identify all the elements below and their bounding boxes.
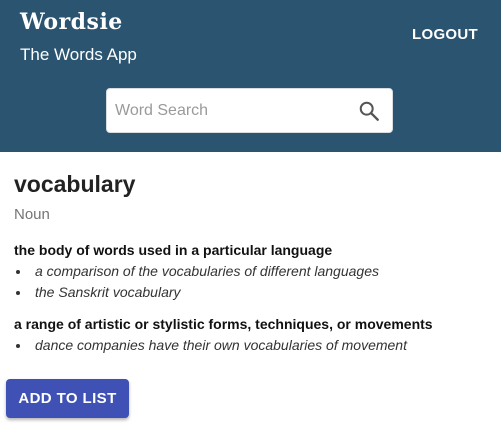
app-header: Wordsie The Words App LOGOUT: [0, 0, 501, 152]
search-bar: [106, 88, 393, 133]
sense-definition: a range of artistic or stylistic forms, …: [14, 316, 433, 332]
entry-word: vocabulary: [14, 171, 136, 197]
search-icon[interactable]: [358, 100, 380, 122]
sense-definition: the body of words used in a particular l…: [14, 242, 333, 258]
word-entry: vocabulary Noun the body of words used i…: [14, 170, 489, 356]
example-list: dance companies have their own vocabular…: [14, 335, 489, 356]
part-of-speech: Noun: [14, 206, 50, 223]
example-item: the Sanskrit vocabulary: [14, 282, 489, 303]
sense-item: the body of words used in a particular l…: [14, 241, 489, 303]
search-input[interactable]: [115, 89, 351, 132]
example-item: dance companies have their own vocabular…: [14, 335, 489, 356]
app-title: Wordsie: [20, 9, 123, 35]
example-item: a comparison of the vocabularies of diff…: [14, 261, 489, 282]
app-subtitle: The Words App: [20, 45, 137, 64]
example-list: a comparison of the vocabularies of diff…: [14, 261, 489, 303]
sense-item: a range of artistic or stylistic forms, …: [14, 315, 489, 356]
logout-button[interactable]: LOGOUT: [412, 26, 478, 43]
add-to-list-button[interactable]: ADD TO LIST: [6, 379, 129, 418]
